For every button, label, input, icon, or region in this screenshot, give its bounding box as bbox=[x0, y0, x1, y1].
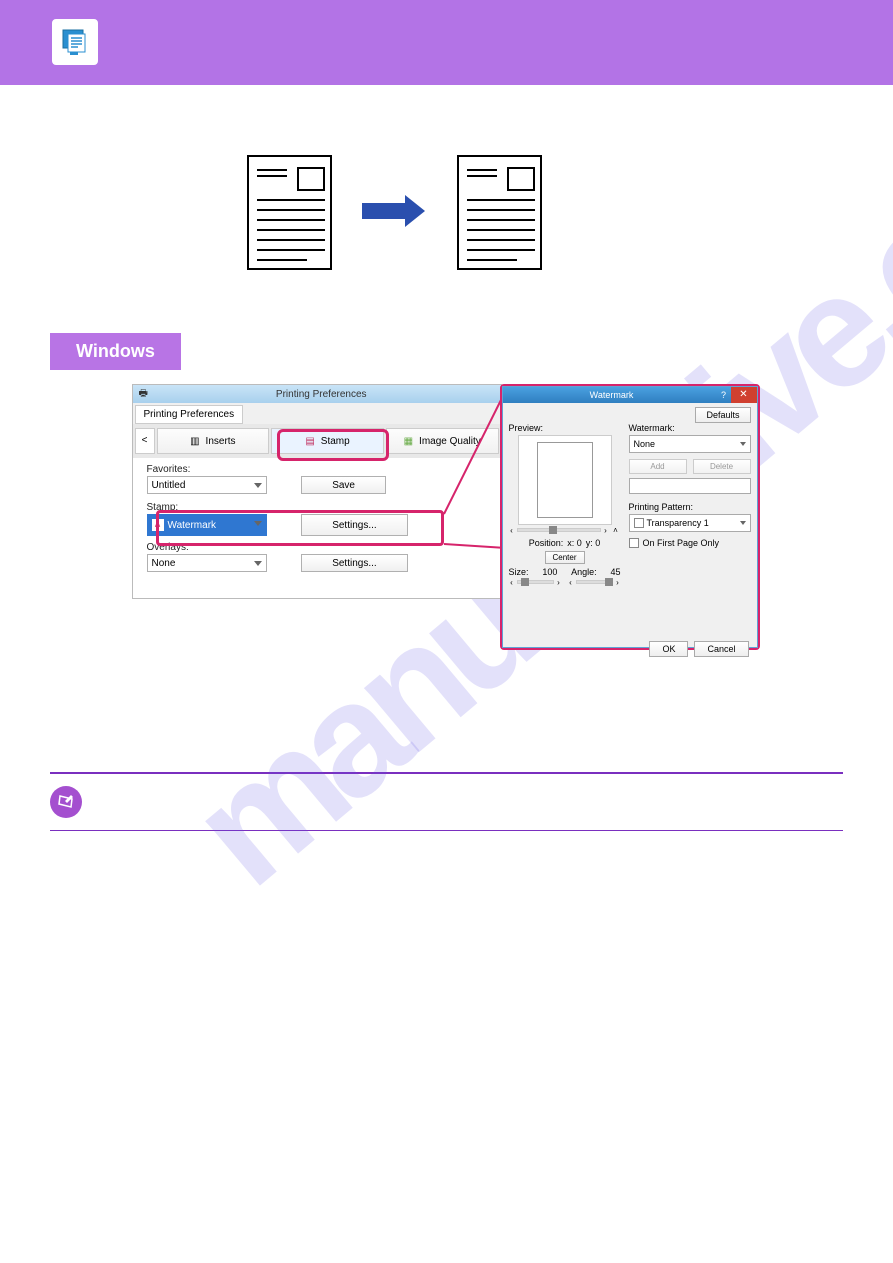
window-tabs: Printing Preferences bbox=[133, 403, 501, 424]
ok-button[interactable]: OK bbox=[649, 641, 688, 657]
stamp-settings-button[interactable]: Settings... bbox=[301, 514, 407, 536]
diagram-result-page bbox=[457, 155, 542, 270]
watermark-dropdown-label: Watermark: bbox=[629, 423, 751, 433]
toolbar-stamp-button[interactable]: ▤ Stamp bbox=[271, 428, 384, 454]
category-toolbar: < ▥ Inserts ▤ Stamp ▦ Image Quality bbox=[133, 424, 501, 458]
watermark-mini-icon: A bbox=[152, 519, 164, 531]
transform-diagram bbox=[147, 155, 747, 285]
stamp-label: Stamp: bbox=[147, 502, 487, 513]
screenshot: 🖶 Printing Preferences Printing Preferen… bbox=[132, 384, 762, 652]
printer-icon: 🖶 bbox=[139, 386, 148, 403]
cancel-button[interactable]: Cancel bbox=[694, 641, 748, 657]
pos-x: x: 0 bbox=[567, 538, 582, 548]
preview-panel bbox=[518, 435, 612, 525]
center-button[interactable]: Center bbox=[545, 551, 585, 564]
overlays-label: Overlays: bbox=[147, 542, 487, 553]
watermark-dialog: Watermark ? ✕ Defaults Preview: ‹›˄ Posi… bbox=[502, 386, 758, 648]
close-icon[interactable]: ✕ bbox=[731, 387, 757, 403]
angle-label: Angle: bbox=[571, 567, 597, 577]
overlays-dropdown[interactable]: None bbox=[147, 554, 267, 572]
size-value: 100 bbox=[542, 567, 557, 577]
toolbar-imagequality-label: Image Quality bbox=[419, 436, 481, 447]
size-label: Size: bbox=[509, 567, 529, 577]
preferences-window: 🖶 Printing Preferences Printing Preferen… bbox=[132, 384, 502, 599]
pattern-dropdown[interactable]: Transparency 1 bbox=[629, 514, 751, 532]
pattern-label: Printing Pattern: bbox=[629, 502, 751, 512]
preview-label: Preview: bbox=[509, 423, 621, 433]
inserts-icon: ▥ bbox=[190, 436, 199, 447]
position-label: Position: bbox=[529, 538, 564, 548]
watermark-name-input[interactable] bbox=[629, 478, 751, 494]
toolbar-imagequality-button[interactable]: ▦ Image Quality bbox=[386, 428, 499, 454]
header-icon bbox=[50, 17, 100, 67]
arrow-head-icon bbox=[405, 195, 425, 227]
first-page-label: On First Page Only bbox=[643, 538, 720, 548]
dialog-titlebar: Watermark ? ✕ bbox=[503, 387, 757, 403]
stamp-dropdown[interactable]: A Watermark bbox=[147, 514, 267, 536]
angle-value: 45 bbox=[610, 567, 620, 577]
h-scroll[interactable]: ‹›˄ bbox=[509, 525, 621, 535]
toolbar-inserts-label: Inserts bbox=[206, 436, 236, 447]
pattern-icon bbox=[634, 518, 644, 528]
defaults-button[interactable]: Defaults bbox=[695, 407, 750, 423]
toolbar-inserts-button[interactable]: ▥ Inserts bbox=[157, 428, 270, 454]
pos-y: y: 0 bbox=[586, 538, 601, 548]
arrow-icon bbox=[362, 203, 407, 219]
toolbar-nav-prev[interactable]: < bbox=[135, 428, 155, 454]
help-icon[interactable]: ? bbox=[717, 390, 731, 400]
preview-page bbox=[537, 442, 593, 518]
save-button[interactable]: Save bbox=[301, 476, 386, 494]
watermark-dropdown[interactable]: None bbox=[629, 435, 751, 453]
add-button[interactable]: Add bbox=[629, 459, 687, 474]
section-divider-top bbox=[50, 772, 843, 774]
note-icon bbox=[50, 786, 82, 818]
stamp-icon: ▤ bbox=[305, 436, 314, 447]
angle-slider[interactable]: ‹› bbox=[568, 577, 621, 587]
favorites-label: Favorites: bbox=[147, 464, 487, 475]
window-titlebar: 🖶 Printing Preferences bbox=[133, 385, 501, 403]
dialog-title: Watermark bbox=[507, 390, 717, 400]
diagram-source-page bbox=[247, 155, 332, 270]
first-page-checkbox[interactable] bbox=[629, 538, 639, 548]
window-title: Printing Preferences bbox=[148, 389, 495, 400]
toolbar-stamp-label: Stamp bbox=[321, 436, 350, 447]
section-divider-bottom bbox=[50, 830, 843, 831]
tab-printing-preferences[interactable]: Printing Preferences bbox=[135, 405, 244, 424]
favorites-dropdown[interactable]: Untitled bbox=[147, 476, 267, 494]
note-row bbox=[50, 786, 843, 818]
overlays-settings-button[interactable]: Settings... bbox=[301, 554, 407, 572]
os-tag: Windows bbox=[50, 333, 181, 370]
header-band bbox=[0, 0, 893, 85]
imagequality-icon: ▦ bbox=[404, 436, 413, 447]
delete-button[interactable]: Delete bbox=[693, 459, 751, 474]
size-slider[interactable]: ‹› bbox=[509, 577, 562, 587]
